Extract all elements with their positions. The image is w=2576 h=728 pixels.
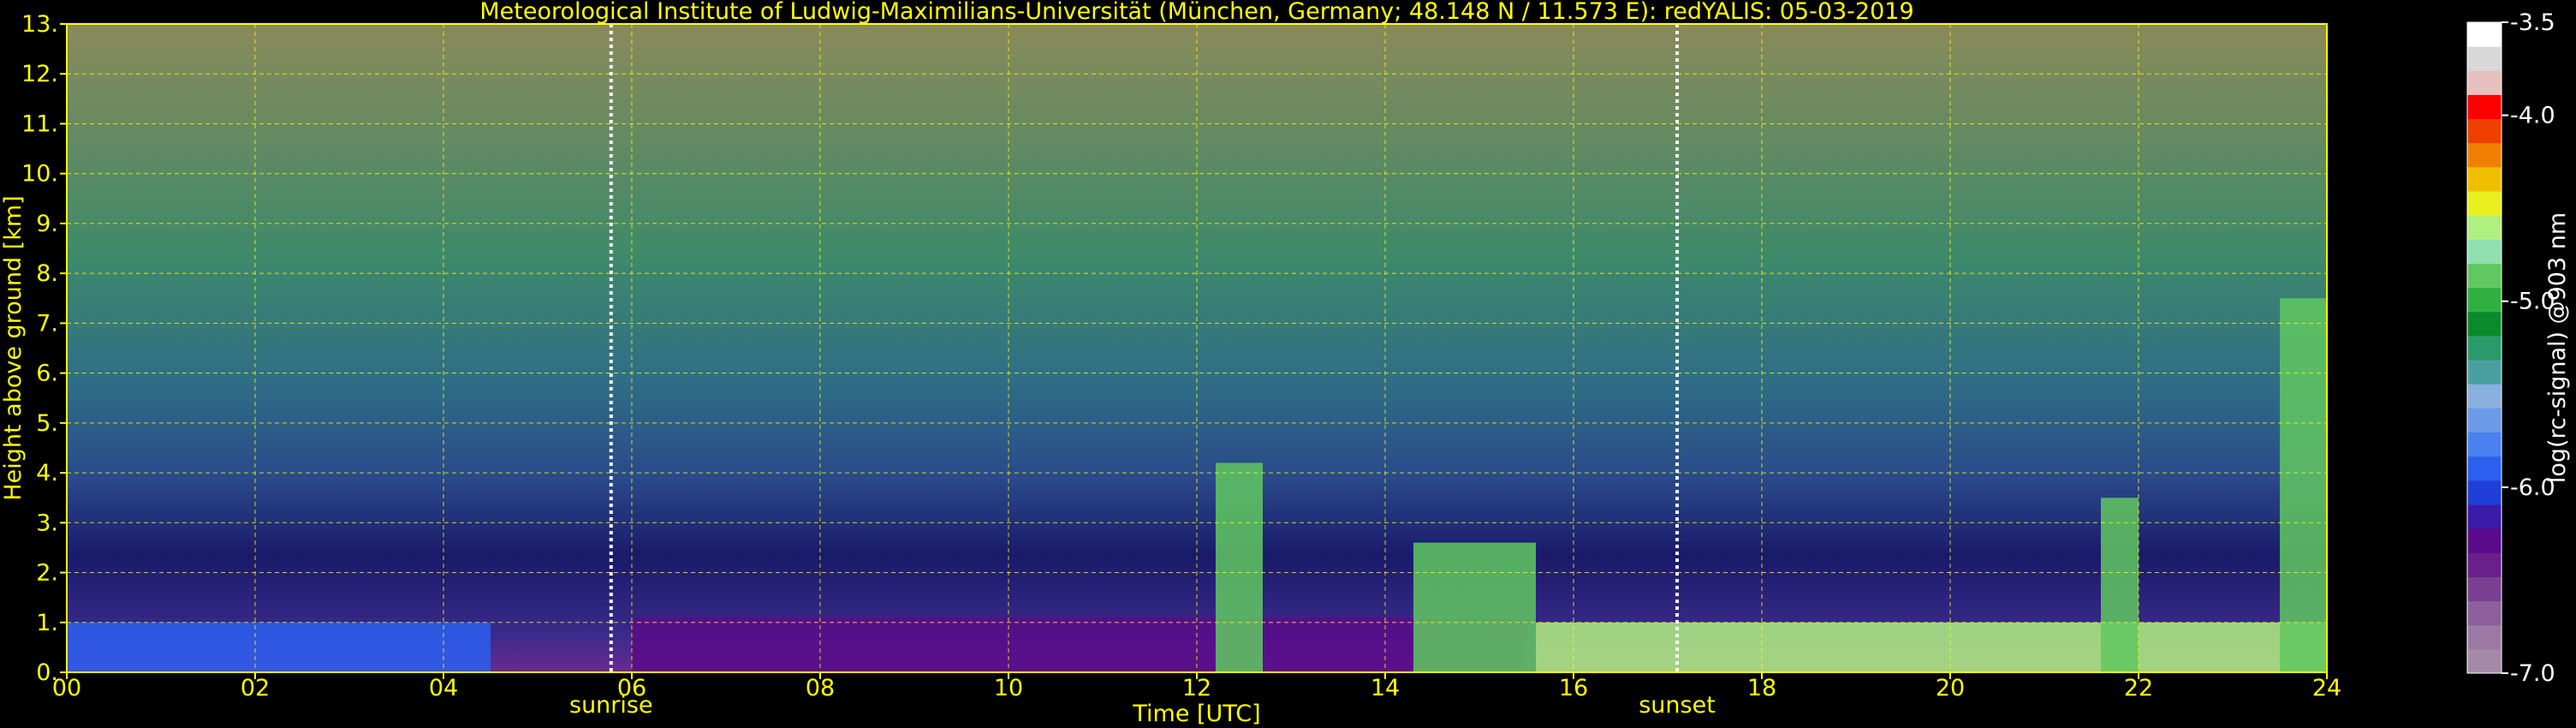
- x-tick-label: 08: [806, 675, 835, 701]
- heatmap-feature-cloud: [2101, 498, 2139, 672]
- chart-title: Meteorological Institute of Ludwig-Maxim…: [479, 0, 1913, 25]
- colorbar-band: [2467, 191, 2502, 216]
- x-tick-label: 16: [1559, 675, 1588, 701]
- event-label-sunset: sunset: [1639, 692, 1716, 719]
- x-tick-label: 06: [617, 675, 646, 701]
- colorbar-band: [2467, 576, 2502, 602]
- colorbar-band: [2467, 384, 2502, 409]
- colorbar-band: [2467, 263, 2502, 289]
- y-tick-label: 2.: [36, 560, 58, 587]
- colorbar-band: [2467, 552, 2502, 577]
- y-tick-label: 10.: [21, 161, 58, 188]
- lidar-chart: sunrise sunset 00 02 04 06 08 10 12 14 16 18 20 22 24…: [0, 0, 2571, 727]
- x-tick-label: 20: [1936, 675, 1965, 701]
- y-tick-label: 5.: [36, 410, 58, 437]
- x-tick-label: 04: [429, 675, 458, 701]
- heatmap-feature-strong-near-surface: [1536, 622, 2327, 672]
- y-tick-label: 6.: [36, 361, 58, 387]
- colorbar-band: [2467, 408, 2502, 433]
- x-tick-label: 18: [1747, 675, 1776, 701]
- colorbar-band: [2467, 46, 2502, 71]
- colorbar-band: [2467, 480, 2502, 505]
- y-tick-label: 12.: [21, 61, 58, 87]
- colorbar-band: [2467, 239, 2502, 264]
- colorbar-band: [2467, 648, 2502, 674]
- colorbar-band: [2467, 432, 2502, 457]
- colorbar-band: [2467, 504, 2502, 529]
- colorbar-band: [2467, 528, 2502, 553]
- x-tick-label: 12: [1182, 675, 1211, 701]
- colorbar-tick-label: -4.0: [2510, 103, 2555, 129]
- x-tick-label: 24: [2312, 675, 2341, 701]
- y-axis-ticks: 0. 1. 2. 3. 4. 5. 6. 7. 8. 9. 10. 11. 12. 13.: [21, 11, 67, 686]
- colorbar-band: [2467, 600, 2502, 626]
- heatmap-feature-boundary-layer-aerosol: [67, 622, 491, 672]
- y-tick-label: 13.: [21, 11, 58, 38]
- y-axis-label: Height above ground [km]: [0, 195, 27, 500]
- heatmap-feature-boundary-layer-aerosol: [632, 617, 1526, 672]
- colorbar-band: [2467, 142, 2502, 168]
- y-tick-label: 9.: [36, 211, 58, 237]
- colorbar-tick-label: -3.5: [2510, 9, 2555, 36]
- x-axis-ticks: 00 02 04 06 08 10 12 14 16 18 20 22 24: [52, 672, 2341, 701]
- x-tick-label: 14: [1371, 675, 1400, 701]
- colorbar-band: [2467, 287, 2502, 313]
- x-tick-label: 22: [2124, 675, 2153, 701]
- x-tick-label: 10: [994, 675, 1023, 701]
- y-tick-label: 8.: [36, 260, 58, 287]
- colorbar-band: [2467, 215, 2502, 240]
- heatmap-feature-cloud: [1216, 462, 1263, 672]
- colorbar-band: [2467, 624, 2502, 650]
- colorbar-band: [2467, 70, 2502, 95]
- y-tick-label: 7.: [36, 310, 58, 337]
- colorbar-label: log(rc-signal) @903 nm: [2544, 212, 2571, 483]
- y-tick-label: 4.: [36, 460, 58, 486]
- x-axis-label: Time [UTC]: [1132, 701, 1260, 727]
- colorbar-band: [2467, 360, 2502, 385]
- colorbar: -3.5-4.0-5.0-6.0-7.0 log(rc-signal) @903…: [2466, 9, 2571, 687]
- colorbar-tick-label: -7.0: [2510, 660, 2555, 687]
- y-tick-label: 1.: [36, 610, 58, 636]
- colorbar-band: [2467, 311, 2502, 337]
- colorbar-bands: [2467, 22, 2502, 674]
- y-tick-label: 0.: [36, 659, 58, 686]
- x-tick-label: 02: [241, 675, 270, 701]
- colorbar-band: [2467, 335, 2502, 361]
- colorbar-band: [2467, 166, 2502, 192]
- colorbar-band: [2467, 118, 2502, 144]
- y-tick-label: 11.: [21, 110, 58, 137]
- plot-area: sunrise sunset: [66, 23, 2328, 719]
- colorbar-band: [2467, 456, 2502, 481]
- colorbar-band: [2467, 94, 2502, 120]
- y-tick-label: 3.: [36, 510, 58, 536]
- colorbar-band: [2467, 22, 2502, 47]
- heatmap-feature-cloud: [2280, 298, 2327, 672]
- heatmap-feature-cloud: [1413, 542, 1536, 672]
